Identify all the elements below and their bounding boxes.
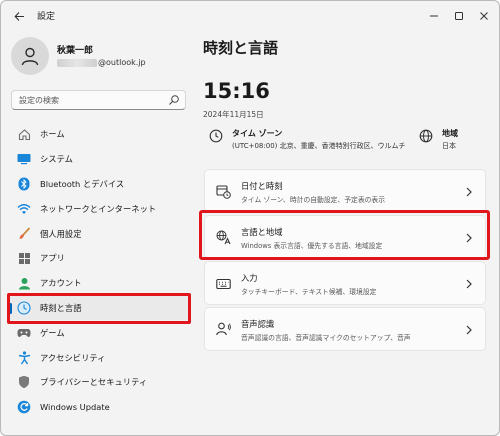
sidebar-item-system[interactable]: システム (8, 147, 190, 172)
sidebar-item-accessibility[interactable]: アクセシビリティ (8, 345, 190, 370)
card-title: 日付と時刻 (241, 181, 283, 191)
card-typing[interactable]: 入力 タッチキーボード、テキスト候補、環境設定 (204, 261, 486, 305)
language-region-icon (216, 230, 231, 245)
region-value: 日本 (442, 142, 456, 150)
card-subtitle: タイム ゾーン、時計の自動設定、予定表の表示 (241, 196, 386, 204)
sidebar-item-label: プライバシーとセキュリティ (40, 377, 148, 388)
settings-window: 設定 秋葉一郎 @outlook.jp ホー (0, 0, 500, 436)
sidebar-item-time-language[interactable]: 時刻と言語 (8, 295, 190, 321)
search-icon[interactable] (168, 94, 180, 106)
maximize-icon (455, 12, 463, 20)
sidebar-item-personalization[interactable]: 個人用設定 (8, 221, 190, 246)
back-button[interactable] (9, 6, 29, 26)
globe-clock-icon (209, 129, 223, 143)
avatar (11, 37, 49, 75)
search-input[interactable] (12, 91, 162, 109)
keyboard-icon (216, 278, 231, 289)
card-language-region[interactable]: 言語と地域 Windows 表示言語、優先する言語、地域設定 (204, 215, 486, 259)
card-title: 言語と地域 (241, 227, 283, 237)
sidebar-nav: ホーム システム Bluetooth とデバイス ネットワークとインターネット … (8, 122, 190, 420)
sidebar-item-label: ネットワークとインターネット (40, 203, 157, 214)
globe-icon (419, 129, 433, 143)
card-subtitle: 音声認識の言語、音声認識マイクのセットアップ、音声 (241, 334, 411, 342)
user-name: 秋葉一郎 (57, 46, 94, 56)
windows-update-icon (17, 400, 31, 414)
card-subtitle: タッチキーボード、テキスト候補、環境設定 (241, 288, 377, 296)
chevron-right-icon (466, 279, 472, 289)
sidebar-item-label: ホーム (40, 129, 65, 140)
chevron-right-icon (466, 233, 472, 243)
bluetooth-icon (18, 177, 30, 191)
sidebar-item-windows-update[interactable]: Windows Update (8, 395, 190, 420)
sidebar-item-label: 個人用設定 (40, 228, 82, 239)
timezone-value: (UTC+08:00) 北京、重慶、香港特別行政区、ウルムチ (232, 142, 406, 150)
sidebar-item-apps[interactable]: アプリ (8, 246, 190, 271)
sidebar-item-network[interactable]: ネットワークとインターネット (8, 196, 190, 221)
sidebar-item-label: アクセシビリティ (40, 352, 106, 363)
close-icon (480, 12, 488, 20)
sidebar-item-label: アプリ (40, 253, 65, 264)
close-button[interactable] (473, 5, 495, 27)
account-icon (18, 277, 30, 290)
current-date: 2024年11月15日 (203, 110, 264, 119)
back-arrow-icon (13, 11, 24, 21)
time-language-icon (17, 301, 31, 315)
window-title: 設定 (37, 12, 56, 22)
maximize-button[interactable] (448, 5, 470, 27)
sidebar-item-bluetooth[interactable]: Bluetooth とデバイス (8, 172, 190, 197)
search-box (11, 90, 186, 110)
user-email: @outlook.jp (57, 58, 146, 67)
brush-icon (19, 227, 30, 240)
home-icon (18, 129, 30, 140)
minimize-button[interactable] (423, 5, 445, 27)
card-title: 音声認識 (241, 319, 275, 329)
microphone-icon (216, 322, 231, 336)
minimize-icon (430, 15, 438, 17)
title-bar: 設定 (1, 1, 499, 31)
card-subtitle: Windows 表示言語、優先する言語、地域設定 (241, 242, 383, 250)
user-icon (21, 47, 39, 66)
sidebar-item-label: ゲーム (40, 327, 65, 338)
shield-icon (19, 376, 29, 389)
game-controller-icon (17, 328, 31, 337)
redacted-email (57, 58, 97, 67)
sidebar-item-privacy[interactable]: プライバシーとセキュリティ (8, 370, 190, 395)
system-monitor-icon (17, 154, 31, 165)
sidebar-item-label: Bluetooth とデバイス (40, 178, 125, 189)
chevron-right-icon (466, 325, 472, 335)
region-title: 地域 (442, 129, 458, 138)
card-date-time[interactable]: 日付と時刻 タイム ゾーン、時計の自動設定、予定表の表示 (204, 169, 486, 213)
card-speech[interactable]: 音声認識 音声認識の言語、音声認識マイクのセットアップ、音声 (204, 307, 486, 351)
sidebar-item-label: Windows Update (40, 402, 110, 413)
sidebar-item-label: アカウント (40, 278, 82, 289)
calendar-clock-icon (216, 185, 231, 199)
sidebar-item-label: システム (40, 154, 73, 165)
user-email-domain: @outlook.jp (98, 58, 146, 67)
timezone-title: タイム ゾーン (232, 129, 283, 138)
page-title: 時刻と言語 (203, 39, 279, 57)
card-title: 入力 (241, 273, 258, 283)
sidebar-item-home[interactable]: ホーム (8, 122, 190, 147)
sidebar-item-accounts[interactable]: アカウント (8, 271, 190, 296)
current-time: 15:16 (203, 79, 270, 103)
sidebar-item-gaming[interactable]: ゲーム (8, 320, 190, 345)
apps-icon (18, 252, 30, 264)
chevron-right-icon (466, 187, 472, 197)
wifi-icon (17, 203, 31, 214)
user-profile[interactable]: 秋葉一郎 @outlook.jp (11, 37, 191, 77)
sidebar-item-label: 時刻と言語 (40, 302, 82, 313)
accessibility-icon (18, 350, 30, 364)
